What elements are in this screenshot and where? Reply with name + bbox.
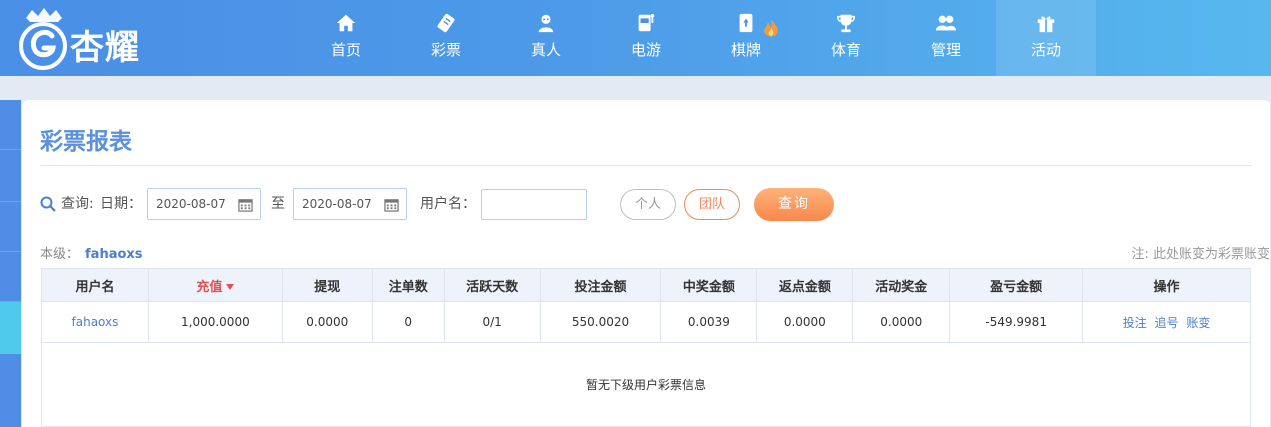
column-header-sortable[interactable]: 充值	[147, 268, 283, 302]
cell-activity-bonus: 0.0000	[852, 301, 951, 343]
crown-logo-icon	[19, 8, 67, 70]
column-header-label: 充值	[196, 279, 223, 295]
slot-machine-icon	[638, 13, 655, 32]
cell-active-days: 0/1	[443, 301, 541, 343]
calendar-icon[interactable]	[384, 197, 399, 212]
empty-message: 暂无下级用户彩票信息	[41, 342, 1251, 427]
cell-profit-loss: -549.9981	[949, 301, 1084, 343]
sort-desc-icon	[226, 284, 235, 290]
table-row: fahaoxs 1,000.0000 0.0000 0 0/1 550.0020…	[41, 301, 1251, 343]
nav-item-lottery[interactable]: 彩票	[396, 0, 496, 76]
gift-icon	[1037, 16, 1055, 33]
bets-link[interactable]: 投注	[1123, 316, 1147, 330]
side-tab[interactable]	[0, 252, 21, 302]
main-nav: 首页 彩票 真人 电游 棋牌 体育 管理 活动	[296, 0, 1096, 76]
nav-label: 管理	[930, 41, 961, 59]
nav-label: 体育	[830, 41, 861, 59]
column-header: 注单数	[371, 268, 445, 302]
brand-logo[interactable]: 杏耀	[16, 6, 166, 70]
nav-label: 棋牌	[730, 41, 761, 59]
chase-link[interactable]: 追号	[1155, 316, 1179, 330]
account-changes-link[interactable]: 账变	[1186, 316, 1210, 330]
search-icon	[40, 196, 56, 212]
title-divider	[40, 165, 1252, 166]
lottery-ticket-icon	[437, 13, 455, 33]
column-header: 盈亏金额	[949, 268, 1084, 302]
side-tab-active[interactable]	[0, 302, 21, 354]
username-input[interactable]	[481, 189, 587, 220]
left-side-tabs	[0, 100, 21, 427]
table-header-row: 用户名 充值 提现 注单数 活跃天数 投注金额 中奖金额 返点金额 活动奖金 盈…	[41, 268, 1251, 302]
column-header: 操作	[1082, 268, 1251, 302]
date-to-value: 2020-08-07	[302, 197, 372, 211]
side-tab[interactable]	[0, 100, 21, 150]
nav-item-home[interactable]: 首页	[296, 0, 396, 76]
cell-bet-amount: 550.0020	[539, 301, 662, 343]
personal-toggle-button[interactable]: 个人	[620, 189, 676, 220]
nav-label: 彩票	[430, 41, 461, 59]
team-toggle-button[interactable]: 团队	[684, 189, 740, 220]
cards-icon	[739, 13, 753, 33]
date-range-separator: 至	[271, 196, 285, 212]
column-header: 投注金额	[539, 268, 662, 302]
empty-row: 暂无下级用户彩票信息	[41, 342, 1251, 427]
date-to-input[interactable]: 2020-08-07	[293, 188, 407, 220]
side-tab[interactable]	[0, 150, 21, 202]
nav-label: 首页	[330, 41, 361, 59]
column-header: 提现	[281, 268, 373, 302]
home-icon	[336, 14, 356, 32]
column-header: 活动奖金	[852, 268, 951, 302]
users-icon	[935, 15, 957, 31]
username-label: 用户名：	[420, 196, 476, 212]
query-label: 查询:	[61, 196, 94, 212]
date-from-input[interactable]: 2020-08-07	[147, 188, 261, 220]
trophy-icon	[837, 14, 855, 33]
column-header: 活跃天数	[443, 268, 541, 302]
top-navigation-bar: 杏耀 首页 彩票 真人 电游 棋牌 体育 管理 活动	[0, 0, 1271, 76]
lottery-report-table: 用户名 充值 提现 注单数 活跃天数 投注金额 中奖金额 返点金额 活动奖金 盈…	[41, 268, 1251, 427]
column-header: 返点金额	[756, 268, 854, 302]
nav-label: 电游	[630, 41, 661, 59]
page-title: 彩票报表	[40, 129, 132, 155]
nav-item-manage[interactable]: 管理	[896, 0, 996, 76]
level-username[interactable]: fahaoxs	[85, 247, 143, 262]
cell-username: fahaoxs	[41, 301, 149, 343]
nav-item-live[interactable]: 真人	[496, 0, 596, 76]
query-submit-button[interactable]: 查询	[754, 188, 834, 221]
nav-label: 活动	[1030, 41, 1061, 59]
nav-item-activity[interactable]: 活动	[996, 0, 1096, 76]
nav-item-slots[interactable]: 电游	[596, 0, 696, 76]
calendar-icon[interactable]	[238, 197, 253, 212]
report-panel: 彩票报表 查询: 日期： 2020-08-07 至 2020-08-07 用户名…	[22, 100, 1270, 427]
cell-rebate-amount: 0.0000	[756, 301, 854, 343]
cell-withdraw: 0.0000	[281, 301, 373, 343]
live-dealer-icon	[538, 14, 554, 33]
cell-operations: 投注 追号 账变	[1082, 301, 1251, 343]
username-link[interactable]: fahaoxs	[72, 315, 119, 329]
nav-item-sports[interactable]: 体育	[796, 0, 896, 76]
nav-label: 真人	[530, 41, 561, 59]
current-level: 本级： fahaoxs	[40, 243, 143, 262]
cell-recharge: 1,000.0000	[147, 301, 283, 343]
hot-flame-icon	[764, 19, 778, 37]
column-header: 用户名	[41, 268, 149, 302]
cell-bet-count: 0	[371, 301, 445, 343]
side-tab[interactable]	[0, 202, 21, 252]
column-header: 中奖金额	[660, 268, 758, 302]
query-form: 查询: 日期： 2020-08-07 至 2020-08-07 用户名： 个人 …	[40, 188, 1250, 222]
level-label: 本级：	[40, 247, 80, 262]
report-note: 注: 此处账变为彩票账变	[1131, 247, 1270, 262]
date-from-value: 2020-08-07	[156, 197, 226, 211]
nav-item-cards[interactable]: 棋牌	[696, 0, 796, 76]
brand-name: 杏耀	[70, 28, 140, 68]
cell-win-amount: 0.0039	[660, 301, 758, 343]
date-label: 日期：	[100, 196, 142, 212]
